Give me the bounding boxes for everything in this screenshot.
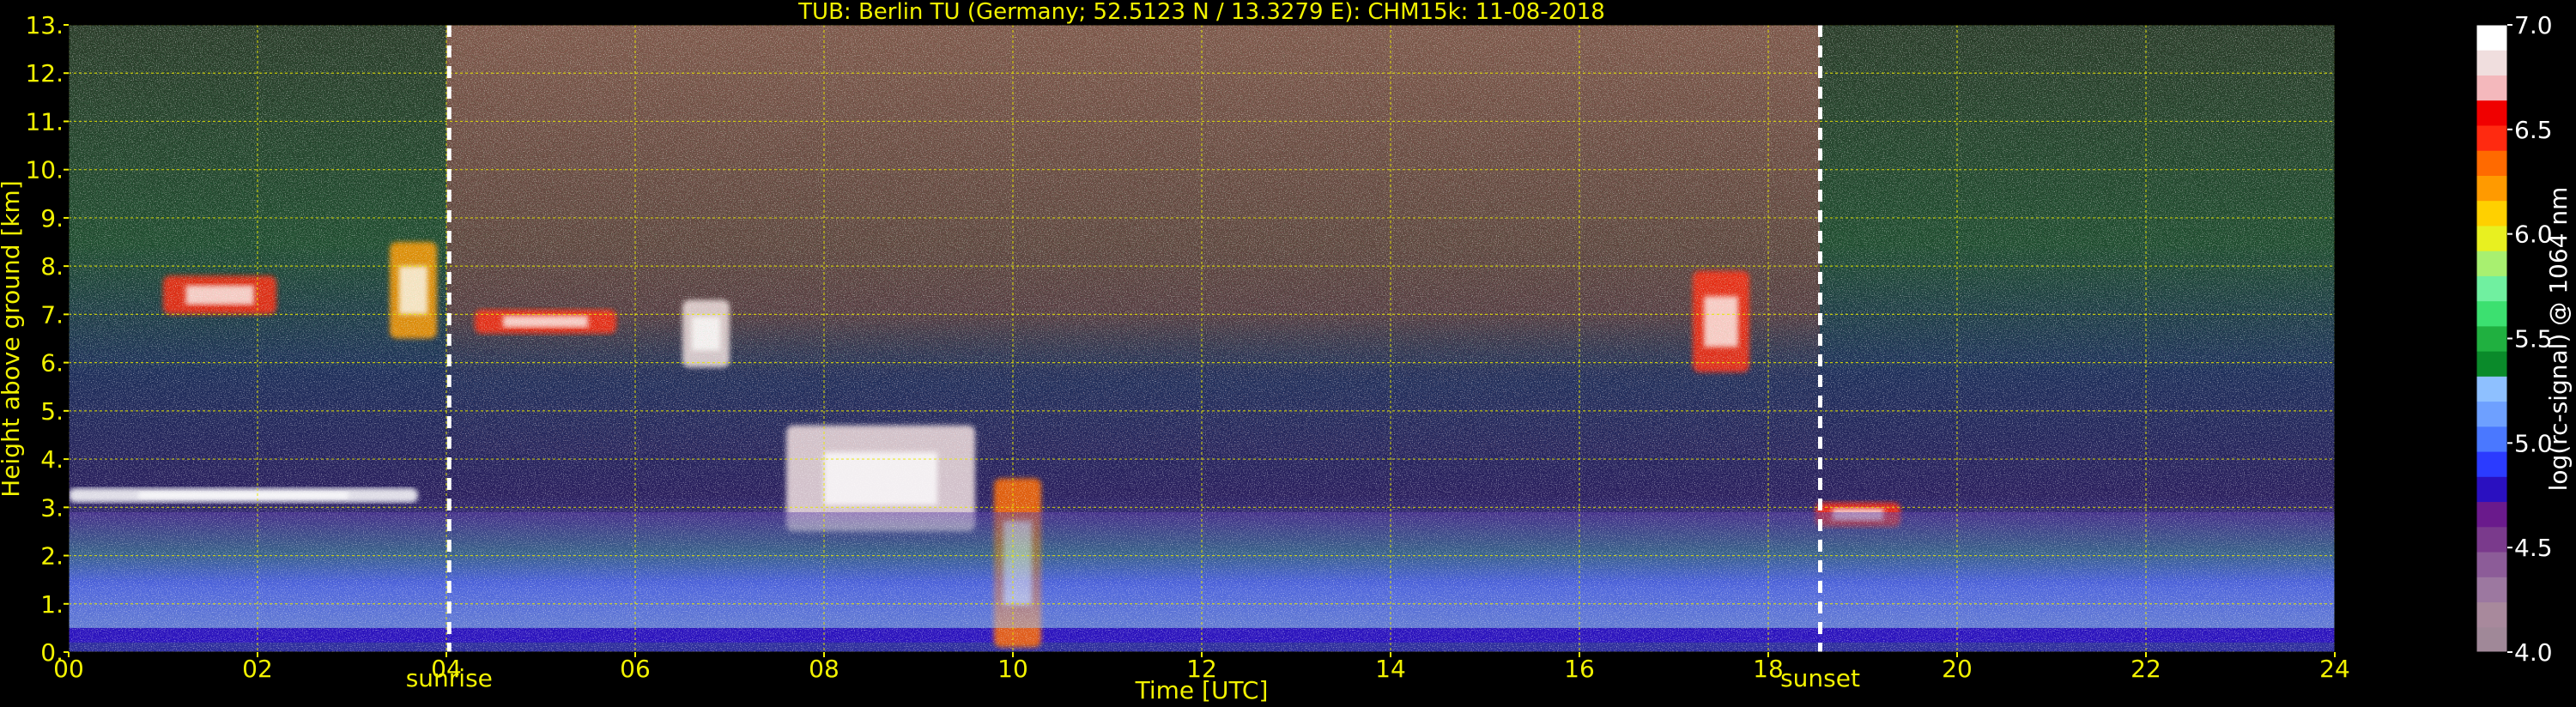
y-tick-label: 13. bbox=[25, 11, 64, 39]
colorbar-segment bbox=[2476, 577, 2507, 603]
sunrise-label: sunrise bbox=[406, 664, 493, 692]
x-tick-label: 20 bbox=[1942, 655, 1973, 683]
colorbar-tick-label: 7.0 bbox=[2514, 11, 2553, 39]
y-tick-label: 7. bbox=[40, 300, 64, 329]
plot-area bbox=[69, 25, 2335, 652]
colorbar-segment bbox=[2476, 376, 2507, 402]
colorbar-segment bbox=[2476, 150, 2507, 176]
colorbar-segment bbox=[2476, 401, 2507, 427]
colorbar-tick-label: 4.5 bbox=[2514, 534, 2553, 562]
sunset-label: sunset bbox=[1780, 664, 1860, 692]
colorbar-label: log(rc-signal) @ 1064 nm bbox=[2544, 187, 2573, 492]
colorbar-segment bbox=[2476, 251, 2507, 276]
y-tick-label: 0. bbox=[40, 638, 64, 667]
colorbar-segment bbox=[2476, 225, 2507, 251]
lidar-figure: 00 02 04 06 08 10 12 14 16 18 20 22 24 0.1.2.3.4.5.6… bbox=[0, 0, 2573, 704]
colorbar-segment bbox=[2476, 325, 2507, 352]
x-tick-label: 24 bbox=[2319, 655, 2350, 683]
colorbar-segment bbox=[2476, 626, 2507, 653]
x-tick-label: 08 bbox=[809, 655, 839, 683]
colorbar-tick-label: 6.5 bbox=[2514, 116, 2553, 144]
colorbar-segment bbox=[2476, 200, 2507, 227]
x-tick-label: 16 bbox=[1564, 655, 1595, 683]
y-axis-label: Height above ground [km] bbox=[0, 180, 25, 498]
colorbar-segment bbox=[2476, 426, 2507, 452]
noise-texture-red bbox=[446, 25, 1820, 454]
y-tick-label: 10. bbox=[25, 156, 64, 184]
colorbar-tick-label: 4.0 bbox=[2514, 638, 2553, 667]
x-tick-label: 18 bbox=[1753, 655, 1784, 683]
colorbar-segment bbox=[2476, 451, 2507, 477]
colorbar-segment bbox=[2476, 501, 2507, 528]
colorbar-segment bbox=[2476, 476, 2507, 503]
colorbar-segment bbox=[2476, 50, 2507, 76]
x-tick-label: 10 bbox=[997, 655, 1028, 683]
colorbar: 4.04.55.05.56.06.57.0 bbox=[2476, 11, 2553, 667]
y-tick-label: 4. bbox=[40, 445, 64, 474]
colorbar-segment bbox=[2476, 275, 2507, 302]
y-tick-label: 2. bbox=[40, 542, 64, 571]
x-axis-label: Time [UTC] bbox=[1135, 676, 1269, 704]
y-tick-label: 11. bbox=[25, 107, 64, 136]
colorbar-segment bbox=[2476, 526, 2507, 553]
colorbar-segment bbox=[2476, 351, 2507, 377]
colorbar-segment bbox=[2476, 100, 2507, 126]
y-tick-label: 12. bbox=[25, 59, 64, 88]
colorbar-segment bbox=[2476, 25, 2507, 51]
chart-title: TUB: Berlin TU (Germany; 52.5123 N / 13.… bbox=[797, 0, 1605, 25]
x-tick-label: 06 bbox=[620, 655, 651, 683]
x-tick-label: 22 bbox=[2131, 655, 2161, 683]
colorbar-segment bbox=[2476, 300, 2507, 327]
x-tick-label: 02 bbox=[242, 655, 273, 683]
x-tick-label: 14 bbox=[1375, 655, 1406, 683]
colorbar-segment bbox=[2476, 75, 2507, 101]
y-tick-label: 8. bbox=[40, 252, 64, 281]
colorbar-segment bbox=[2476, 175, 2507, 202]
y-tick-label: 6. bbox=[40, 349, 64, 378]
y-tick-label: 9. bbox=[40, 204, 64, 233]
colorbar-segment bbox=[2476, 124, 2507, 151]
colorbar-segment bbox=[2476, 552, 2507, 577]
y-tick-label: 1. bbox=[40, 590, 64, 619]
y-tick-label: 5. bbox=[40, 397, 64, 426]
colorbar-segment bbox=[2476, 601, 2507, 628]
y-tick-label: 3. bbox=[40, 493, 64, 522]
